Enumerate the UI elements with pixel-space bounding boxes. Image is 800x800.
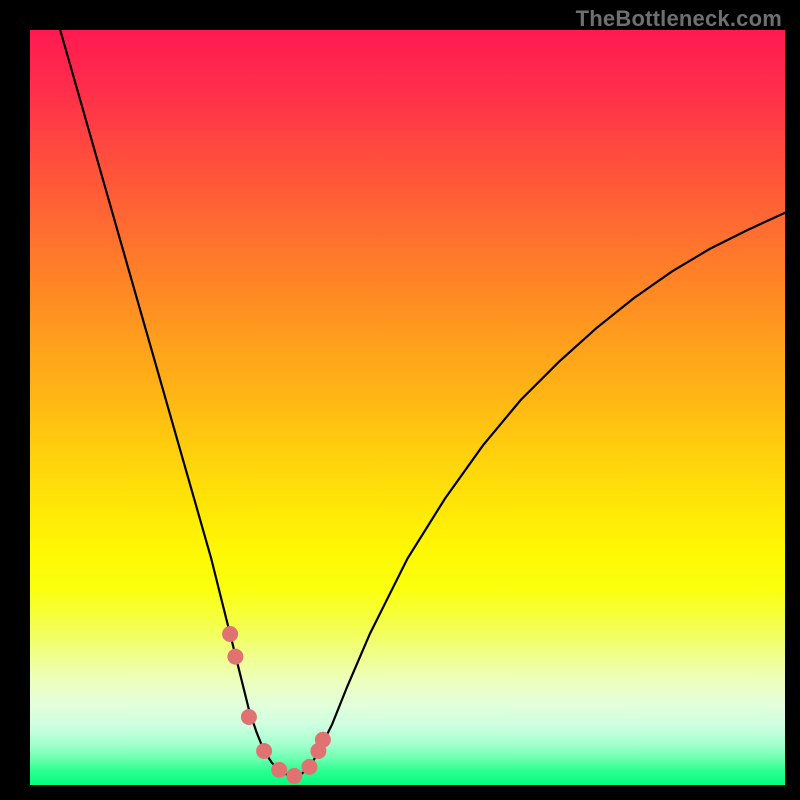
chart-svg	[30, 30, 785, 785]
highlight-point	[301, 759, 317, 775]
highlight-point	[222, 626, 238, 642]
highlight-point	[286, 768, 302, 784]
highlight-point	[256, 743, 272, 759]
highlight-point	[241, 709, 257, 725]
bottleneck-curve-line	[60, 30, 785, 776]
highlight-point	[227, 649, 243, 665]
watermark-text: TheBottleneck.com	[576, 6, 782, 32]
highlight-point	[271, 762, 287, 778]
chart-plot-area	[30, 30, 785, 785]
highlight-point	[315, 732, 331, 748]
